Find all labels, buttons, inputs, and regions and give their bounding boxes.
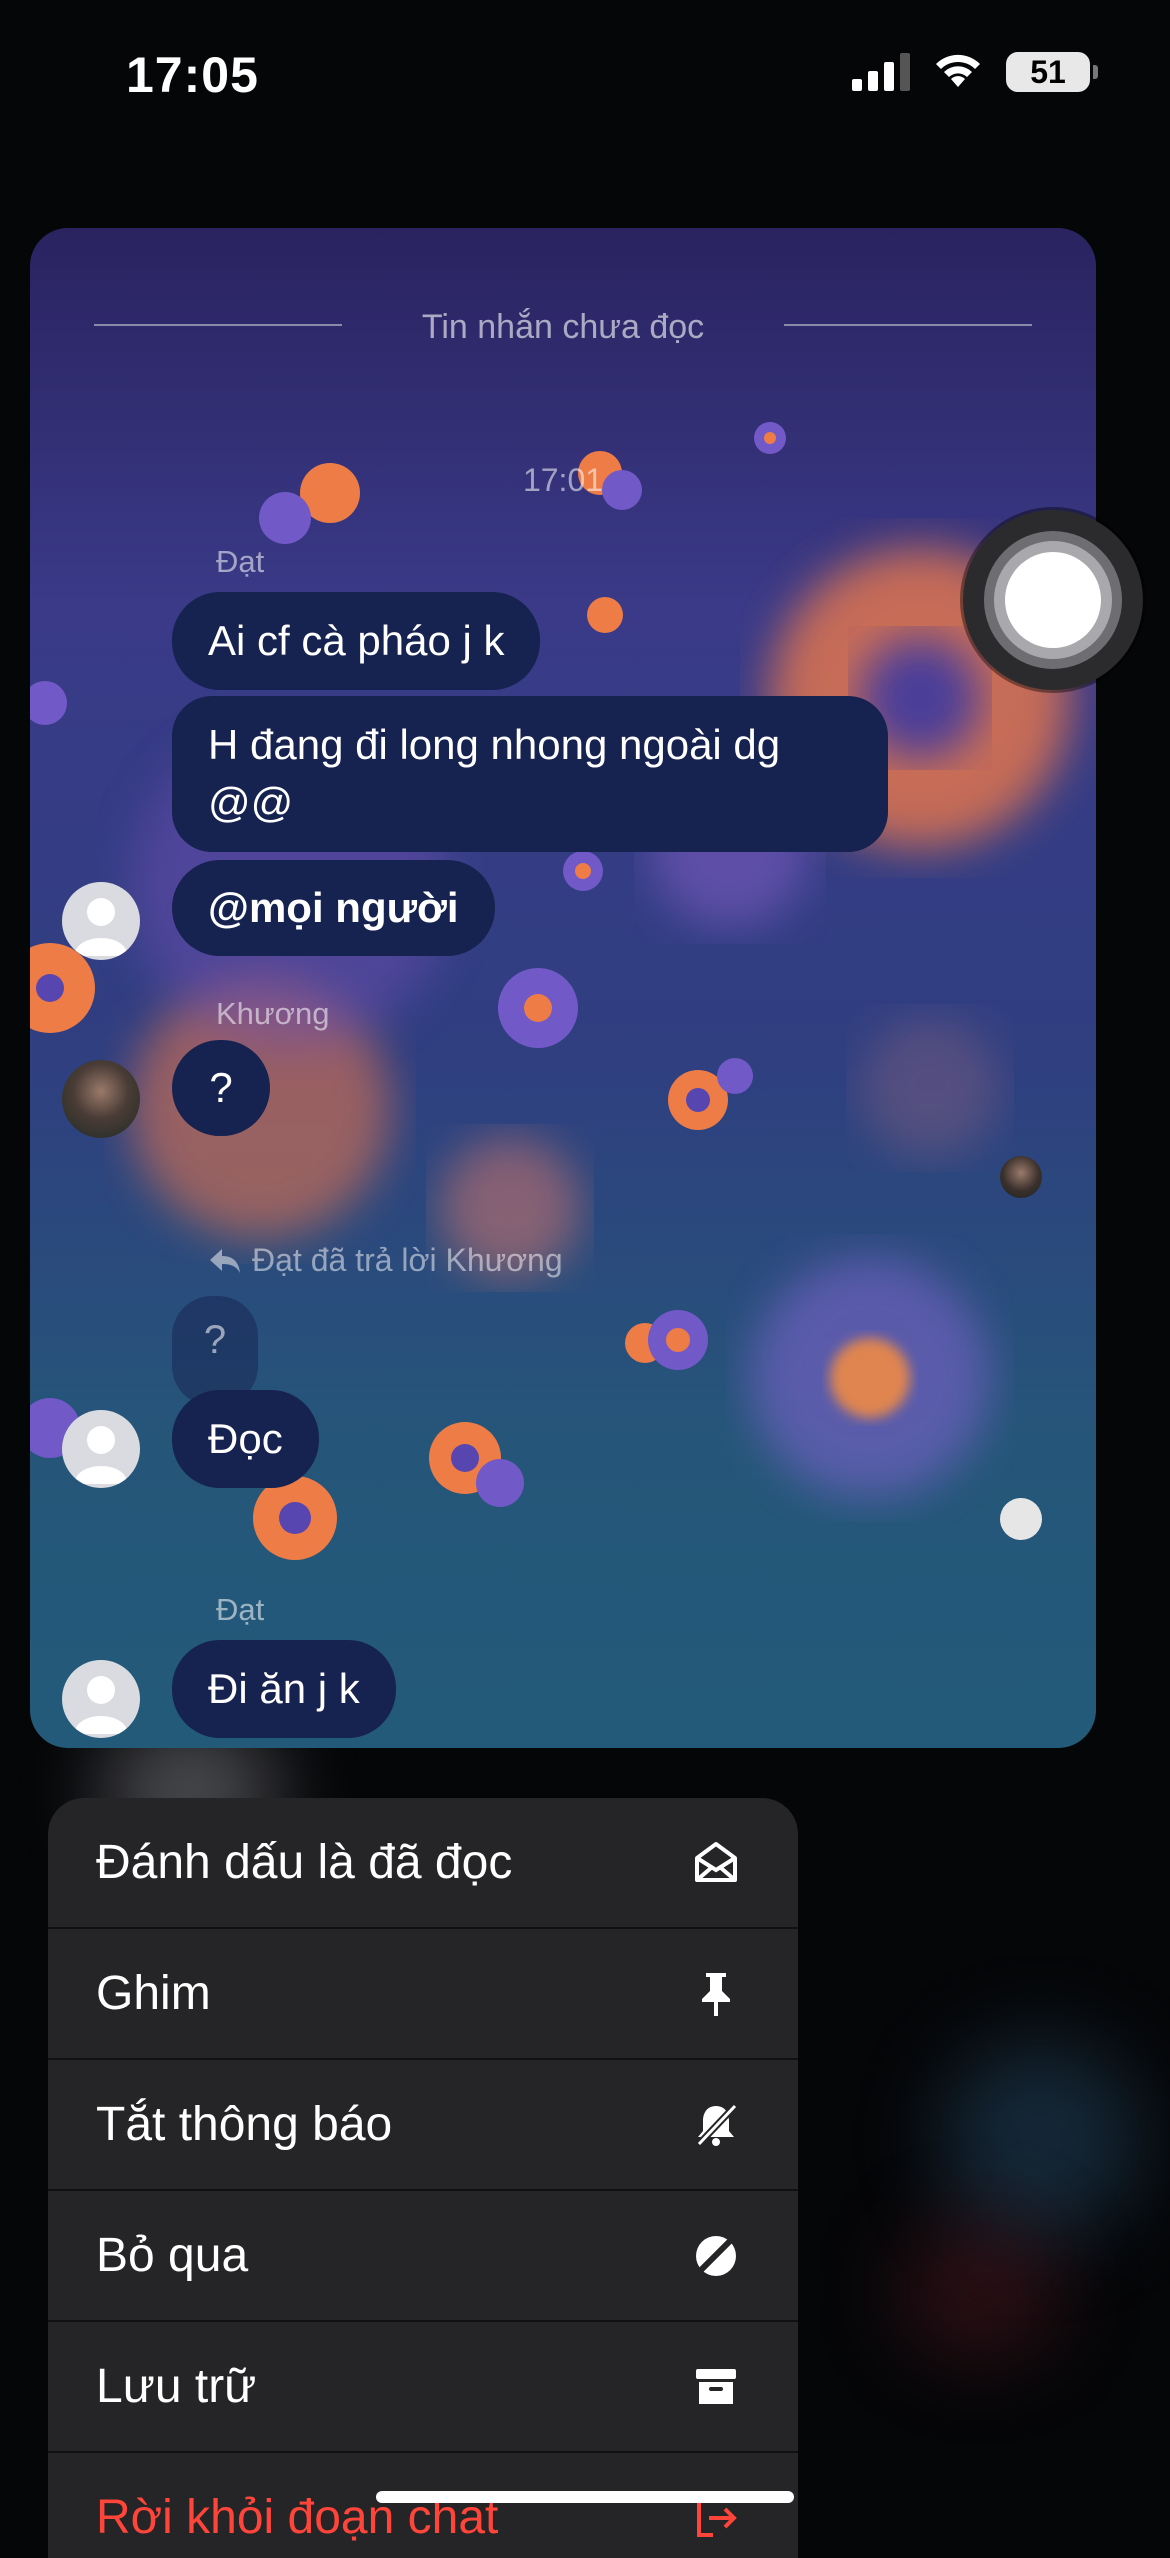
- default-avatar-icon: [74, 1676, 128, 1734]
- menu-item-label: Đánh dấu là đã đọc: [96, 1836, 513, 1889]
- battery-level: 51: [1030, 53, 1066, 90]
- home-indicator[interactable]: [376, 2491, 794, 2503]
- menu-item-leave-chat[interactable]: Rời khỏi đoạn chat: [48, 2453, 798, 2558]
- divider-line: [784, 324, 1032, 326]
- sender-name: Khương: [216, 996, 330, 1031]
- menu-item-label: Ghim: [96, 1967, 211, 2020]
- message-bubble[interactable]: Ai cf cà pháo j k: [172, 592, 541, 690]
- ignore-slash-icon: [690, 2230, 742, 2282]
- battery-icon: 51: [1006, 52, 1098, 92]
- assistive-touch-ring: [984, 531, 1122, 669]
- flower-wallpaper: [30, 422, 1070, 1560]
- avatar[interactable]: [62, 882, 140, 960]
- status-icons: 51: [852, 52, 1098, 92]
- menu-item-ignore[interactable]: Bỏ qua: [48, 2191, 798, 2322]
- default-avatar-icon: [74, 1426, 128, 1484]
- assistive-touch-core: [1005, 552, 1101, 648]
- chat-preview-card[interactable]: Tin nhắn chưa đọc 17:01 Đạt Ai cf cà phá…: [30, 228, 1096, 1748]
- background-glow: [900, 2220, 1060, 2360]
- menu-item-mark-as-read[interactable]: Đánh dấu là đã đọc: [48, 1798, 798, 1929]
- message-bubble[interactable]: Đọc: [172, 1390, 319, 1488]
- avatar[interactable]: [62, 1660, 140, 1738]
- bell-slash-icon: [690, 2099, 742, 2151]
- reply-note: Đạt đã trả lời Khương: [208, 1242, 563, 1279]
- message-timestamp: 17:01: [522, 462, 604, 498]
- message-bubble[interactable]: ?: [172, 1040, 270, 1136]
- menu-item-mute[interactable]: Tắt thông báo: [48, 2060, 798, 2191]
- message-bubble[interactable]: H đang đi long nhong ngoài dg @@: [172, 696, 888, 852]
- default-avatar-icon: [74, 898, 128, 956]
- status-time: 17:05: [126, 47, 259, 103]
- context-menu: Đánh dấu là đã đọc Ghim Tắt thông báo Bỏ…: [48, 1798, 798, 2558]
- wifi-icon: [936, 54, 980, 87]
- message-bubble[interactable]: @mọi người: [172, 860, 495, 956]
- envelope-open-icon: [690, 1837, 742, 1889]
- assistive-touch-ring-inner: [994, 541, 1112, 659]
- avatar[interactable]: [62, 1060, 140, 1138]
- sender-name: Đạt: [216, 1592, 265, 1627]
- menu-item-label: Lưu trữ: [96, 2360, 257, 2413]
- cellular-signal-icon: [852, 53, 910, 91]
- message-bubble[interactable]: Đi ăn j k: [172, 1640, 396, 1738]
- menu-item-archive[interactable]: Lưu trữ: [48, 2322, 798, 2453]
- background-glow: [940, 2040, 1140, 2240]
- menu-item-label: Bỏ qua: [96, 2229, 249, 2282]
- reply-arrow-icon: [210, 1248, 240, 1273]
- read-receipt-avatar: [1000, 1156, 1042, 1198]
- menu-item-label: Tắt thông báo: [96, 2098, 393, 2151]
- archive-box-icon: [690, 2361, 742, 2413]
- avatar[interactable]: [62, 1410, 140, 1488]
- status-bar: 17:05 51: [0, 0, 1170, 150]
- unread-label: Tin nhắn chưa đọc: [421, 308, 705, 346]
- pin-icon: [690, 1968, 742, 2020]
- sender-name: Đạt: [216, 544, 265, 579]
- read-receipt-avatar: [1000, 1498, 1042, 1540]
- unread-divider: Tin nhắn chưa đọc: [94, 300, 1032, 350]
- reply-note-text: Đạt đã trả lời Khương: [252, 1242, 563, 1278]
- menu-item-pin[interactable]: Ghim: [48, 1929, 798, 2060]
- assistive-touch-button[interactable]: [963, 510, 1143, 690]
